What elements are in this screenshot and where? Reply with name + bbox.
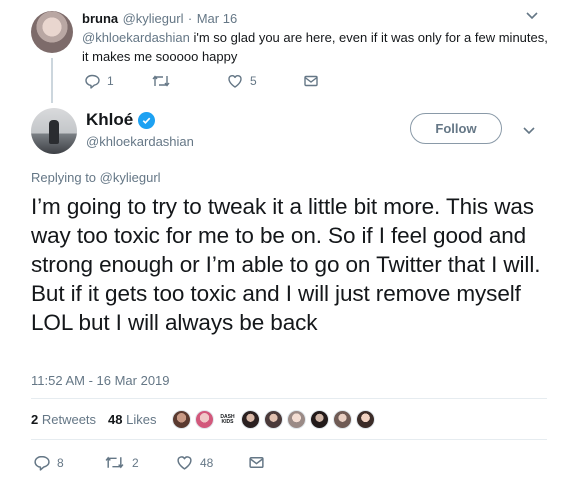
tweet-like-count: 48 <box>200 455 214 470</box>
tweet-retweet-action[interactable]: 2 <box>104 454 139 471</box>
follow-button[interactable]: Follow <box>410 113 502 144</box>
retweets-stat[interactable]: 2 Retweets <box>31 412 96 427</box>
replying-to: Replying to @kyliegurl <box>31 170 161 185</box>
direct-message-icon <box>303 73 319 89</box>
reply-retweet-action[interactable] <box>151 73 178 89</box>
divider-top <box>31 398 547 399</box>
liker-avatar[interactable] <box>195 410 214 429</box>
likes-label: Likes <box>122 412 157 427</box>
tweet-like-action[interactable]: 48 <box>176 454 213 471</box>
tweet-stats: 2 Retweets 48 Likes <box>31 412 156 427</box>
reply-message-action[interactable] <box>303 73 319 89</box>
reply-text-line1: i'm so glad you are here, even if it was… <box>189 30 548 45</box>
reply-like-action[interactable]: 5 <box>227 73 257 89</box>
direct-message-icon <box>248 454 265 471</box>
reply-chevron-down-icon[interactable] <box>525 8 539 27</box>
thread-line <box>51 58 53 103</box>
reply-icon <box>33 454 50 471</box>
reply-avatar[interactable] <box>31 11 73 53</box>
like-icon <box>176 454 193 471</box>
liker-avatar[interactable] <box>241 410 260 429</box>
reply-reply-count: 1 <box>107 74 114 88</box>
liker-avatar[interactable] <box>333 410 352 429</box>
likers-avatars: DASH KIDS <box>172 410 375 429</box>
avatar-figure <box>49 120 59 144</box>
liker-avatar[interactable] <box>310 410 329 429</box>
reply-reply-action[interactable]: 1 <box>84 73 114 89</box>
tweet-retweet-count: 2 <box>132 455 139 470</box>
tweet-reply-action[interactable]: 8 <box>33 454 64 471</box>
liker-avatar[interactable] <box>172 410 191 429</box>
tweet-text: I’m going to try to tweak it a little bi… <box>31 194 541 335</box>
like-icon <box>227 73 243 89</box>
reply-separator: · <box>187 11 193 26</box>
reply-mention[interactable]: @khloekardashian <box>82 30 190 45</box>
tweet-author-handle[interactable]: @khloekardashian <box>86 134 194 149</box>
reply-date[interactable]: Mar 16 <box>197 11 237 26</box>
reply-author-handle[interactable]: @kyliegurl <box>123 11 184 26</box>
retweet-icon <box>104 454 125 471</box>
reply-text: @khloekardashian i'm so glad you are her… <box>82 28 552 66</box>
reply-like-count: 5 <box>250 74 257 88</box>
likes-stat[interactable]: 48 Likes <box>108 412 156 427</box>
liker-avatar[interactable] <box>356 410 375 429</box>
tweet-author-row: Khloé <box>86 110 156 130</box>
reply-author-name[interactable]: bruna <box>82 11 118 26</box>
tweet-timestamp[interactable]: 11:52 AM - 16 Mar 2019 <box>31 373 170 388</box>
reply-header: bruna @kyliegurl · Mar 16 <box>82 10 237 28</box>
verified-icon <box>138 111 156 129</box>
reply-text-line2: it makes me sooooo happy <box>82 49 238 64</box>
liker-avatar-dash-kids[interactable]: DASH KIDS <box>218 410 237 429</box>
tweet-reply-count: 8 <box>57 455 64 470</box>
divider-bottom <box>31 439 547 440</box>
tweet-message-action[interactable] <box>248 454 265 471</box>
tweet-avatar[interactable] <box>31 108 77 154</box>
retweet-icon <box>151 73 171 89</box>
replying-prefix: Replying to <box>31 170 100 185</box>
likes-number: 48 <box>108 412 123 427</box>
retweets-label: Retweets <box>38 412 97 427</box>
tweet-author-name[interactable]: Khloé <box>86 110 133 130</box>
replying-to-handle[interactable]: @kyliegurl <box>100 170 161 185</box>
liker-avatar[interactable] <box>264 410 283 429</box>
liker-avatar[interactable] <box>287 410 306 429</box>
tweet-chevron-down-icon[interactable] <box>522 123 536 142</box>
reply-icon <box>84 73 100 89</box>
